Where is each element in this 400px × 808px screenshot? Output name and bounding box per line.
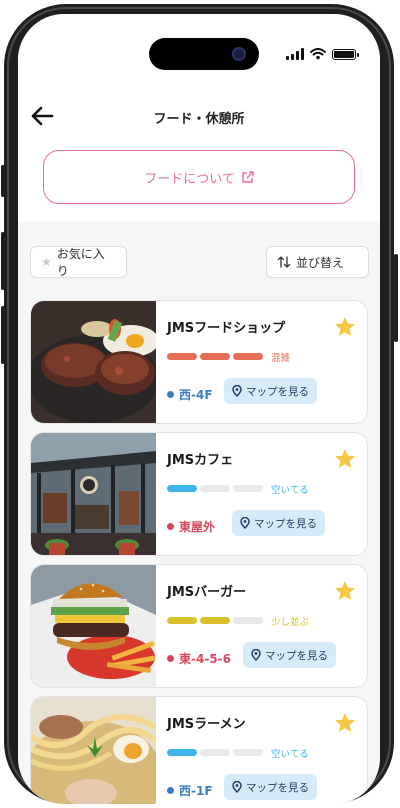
side-button-volume-down xyxy=(1,306,5,364)
shop-name: JMSラーメン xyxy=(167,717,246,732)
crowd-meter xyxy=(167,749,263,756)
shop-name: JMSカフェ xyxy=(167,453,234,468)
view-map-button[interactable]: マップを見る xyxy=(243,642,336,668)
crowd-status: 空いてる xyxy=(271,485,309,496)
map-pin-icon xyxy=(240,517,250,529)
location-label: 西-4F xyxy=(179,388,213,402)
view-map-label: マップを見る xyxy=(246,781,309,794)
location: 東-4-5-6 xyxy=(167,650,231,667)
sort-label: 並び替え xyxy=(296,255,345,270)
cafe-image xyxy=(31,433,156,555)
crowd-status: 混雑 xyxy=(271,353,291,364)
location-label: 西-1F xyxy=(179,784,213,798)
map-pin-icon xyxy=(232,385,242,397)
status-bar xyxy=(286,48,359,60)
ramen-image xyxy=(31,697,156,804)
map-pin-icon xyxy=(232,781,242,793)
dynamic-island xyxy=(149,38,259,70)
crowd-meter xyxy=(167,353,263,360)
view-map-label: マップを見る xyxy=(265,649,328,662)
shop-card[interactable]: JMSバーガー 少し並ぶ 東-4-5-6 マップを見る xyxy=(30,564,368,688)
shop-name: JMSフードショップ xyxy=(167,321,286,336)
burger-image xyxy=(31,565,156,687)
crowd-status: 少し並ぶ xyxy=(271,617,310,628)
location-label: 東-4-5-6 xyxy=(179,652,231,666)
view-map-label: マップを見る xyxy=(254,517,317,530)
hamburg-steak-image xyxy=(31,301,156,423)
crowd-status: 空いてる xyxy=(271,749,309,760)
location: 西-4F xyxy=(167,386,213,403)
side-button-power xyxy=(394,254,398,342)
page-title: フード・休憩所 xyxy=(153,112,245,127)
favorites-filter-label: お気に入り xyxy=(56,247,105,278)
map-pin-icon xyxy=(251,649,261,661)
external-link-icon xyxy=(242,170,254,183)
location-label: 東屋外 xyxy=(179,520,216,534)
battery-icon xyxy=(332,48,359,60)
star-outline-icon: ★ xyxy=(41,255,52,269)
location: 東屋外 xyxy=(167,518,215,535)
view-map-button[interactable]: マップを見る xyxy=(232,510,325,536)
sort-icon xyxy=(277,256,291,268)
camera-icon xyxy=(232,47,246,61)
wifi-icon xyxy=(310,48,326,60)
shop-card[interactable]: JMSカフェ 空いてる 東屋外 マップを見る xyxy=(30,432,368,556)
about-food-button[interactable]: フードについて xyxy=(43,150,355,204)
crowd-meter xyxy=(167,617,263,624)
shop-name: JMSバーガー xyxy=(167,585,247,600)
favorite-star-icon[interactable] xyxy=(333,711,357,735)
favorite-star-icon[interactable] xyxy=(333,447,357,471)
side-button-action xyxy=(1,165,5,197)
view-map-button[interactable]: マップを見る xyxy=(224,774,317,800)
shop-card[interactable]: JMSラーメン 空いてる 西-1F マップを見る xyxy=(30,696,368,804)
favorites-filter-button[interactable]: ★ お気に入り xyxy=(30,246,127,278)
about-food-label: フードについて xyxy=(144,171,235,187)
top-nav: フード・休憩所 xyxy=(18,96,380,136)
favorite-star-icon[interactable] xyxy=(333,315,357,339)
side-button-volume-up xyxy=(1,232,5,290)
view-map-button[interactable]: マップを見る xyxy=(224,378,317,404)
location: 西-1F xyxy=(167,782,213,799)
signal-icon xyxy=(286,48,304,60)
sort-button[interactable]: 並び替え xyxy=(266,246,369,278)
screen: フード・休憩所 フードについて ★ お気に入り 並び替え JMSフードショップ … xyxy=(18,14,380,804)
view-map-label: マップを見る xyxy=(246,385,309,398)
favorite-star-icon[interactable] xyxy=(333,579,357,603)
crowd-meter xyxy=(167,485,263,492)
shop-card[interactable]: JMSフードショップ 混雑 西-4F マップを見る xyxy=(30,300,368,424)
